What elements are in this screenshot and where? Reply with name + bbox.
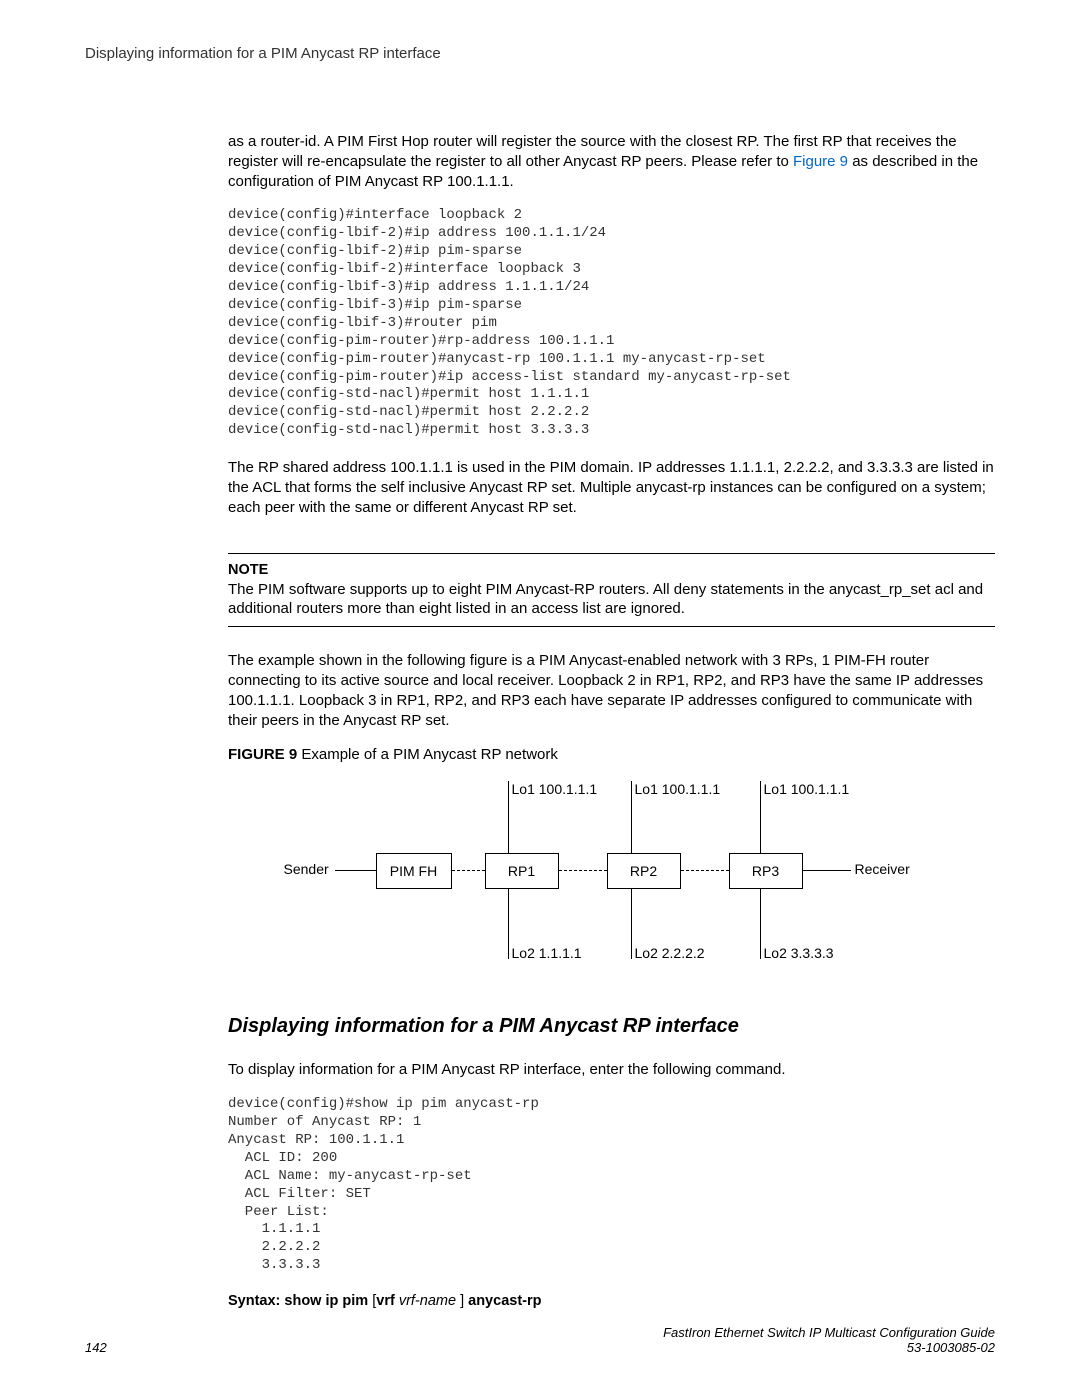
figure-caption-text: Example of a PIM Anycast RP network: [301, 746, 558, 763]
page-number: 142: [85, 1340, 107, 1355]
figure-caption: FIGURE 9 Example of a PIM Anycast RP net…: [228, 746, 995, 763]
node-label: RP3: [752, 863, 779, 879]
rp2-node: RP2: [607, 853, 681, 889]
footer-doc-number: 53-1003085-02: [663, 1340, 995, 1355]
lo2-label: Lo2 3.3.3.3: [764, 945, 834, 961]
syntax-line: Syntax: show ip pim [vrf vrf-name ] anyc…: [228, 1293, 995, 1309]
hline-dashed: [452, 870, 485, 871]
sender-label: Sender: [284, 861, 329, 877]
rp3-node: RP3: [729, 853, 803, 889]
hline: [335, 870, 376, 871]
note-block: NOTE The PIM software supports up to eig…: [228, 553, 995, 628]
code-block: device(config)#show ip pim anycast-rp Nu…: [228, 1096, 995, 1275]
figure-link[interactable]: Figure 9: [793, 153, 848, 170]
hline-dashed: [559, 870, 607, 871]
paragraph: The RP shared address 100.1.1.1 is used …: [228, 458, 995, 517]
lo1-label: Lo1 100.1.1.1: [764, 781, 850, 797]
footer-right: FastIron Ethernet Switch IP Multicast Co…: [663, 1325, 995, 1355]
network-diagram: Lo1 100.1.1.1 Lo1 100.1.1.1 Lo1 100.1.1.…: [302, 781, 922, 981]
note-heading: NOTE: [228, 562, 995, 578]
paragraph: The example shown in the following figur…: [228, 651, 995, 730]
lo2-label: Lo2 2.2.2.2: [635, 945, 705, 961]
lo1-label: Lo1 100.1.1.1: [512, 781, 598, 797]
vline: [760, 889, 761, 959]
page: Displaying information for a PIM Anycast…: [0, 0, 1080, 1397]
node-label: RP2: [630, 863, 657, 879]
content-column: as a router-id. A PIM First Hop router w…: [228, 132, 995, 1309]
vline: [631, 889, 632, 959]
figure-number: FIGURE 9: [228, 746, 297, 763]
code-block: device(config)#interface loopback 2 devi…: [228, 207, 995, 440]
hline-dashed: [681, 870, 729, 871]
node-label: RP1: [508, 863, 535, 879]
node-label: PIM FH: [390, 863, 437, 879]
section-heading: Displaying information for a PIM Anycast…: [228, 1015, 995, 1038]
note-body: The PIM software supports up to eight PI…: [228, 580, 995, 628]
vline: [631, 781, 632, 853]
syntax-text: Syntax: show ip pim: [228, 1293, 372, 1309]
lo1-label: Lo1 100.1.1.1: [635, 781, 721, 797]
vline: [760, 781, 761, 853]
paragraph: To display information for a PIM Anycast…: [228, 1060, 995, 1080]
rp1-node: RP1: [485, 853, 559, 889]
page-footer: 142 FastIron Ethernet Switch IP Multicas…: [85, 1325, 995, 1355]
paragraph: as a router-id. A PIM First Hop router w…: [228, 132, 995, 191]
syntax-text: vrf: [376, 1293, 399, 1309]
vline: [508, 781, 509, 853]
syntax-varname: vrf-name: [399, 1293, 460, 1309]
pimfh-node: PIM FH: [376, 853, 452, 889]
receiver-label: Receiver: [855, 861, 910, 877]
page-header: Displaying information for a PIM Anycast…: [85, 45, 995, 62]
lo2-label: Lo2 1.1.1.1: [512, 945, 582, 961]
hline: [803, 870, 851, 871]
syntax-text: anycast-rp: [464, 1293, 541, 1309]
vline: [508, 889, 509, 959]
footer-guide-title: FastIron Ethernet Switch IP Multicast Co…: [663, 1325, 995, 1340]
